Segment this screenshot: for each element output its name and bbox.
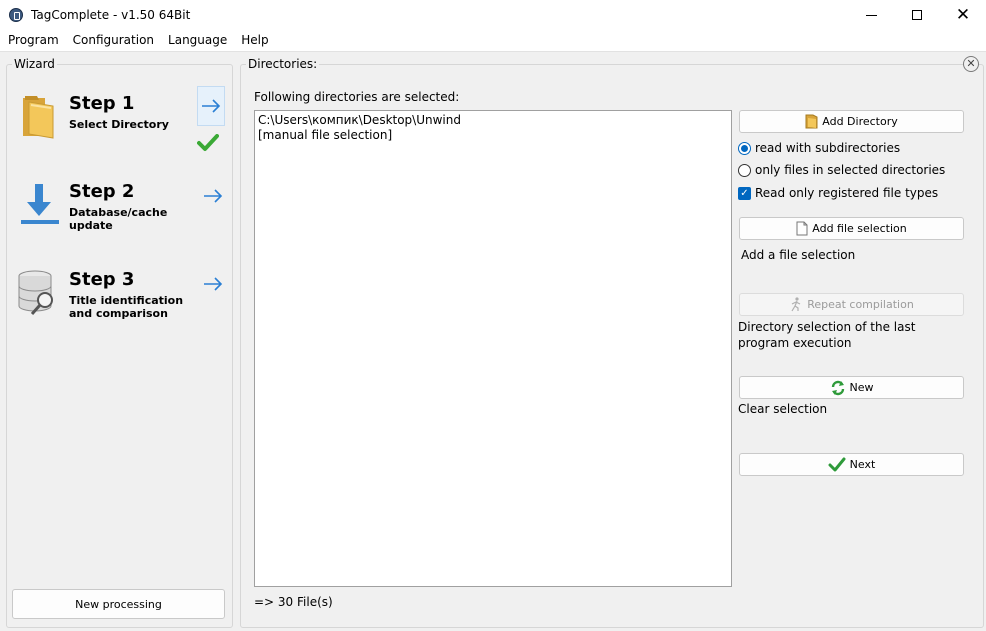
radio-unchecked-icon [738,163,751,177]
wizard-step-2[interactable]: Step 2 Database/cache update [15,180,195,250]
folder-icon [805,114,818,129]
read-subdirectories-radio[interactable]: read with subdirectories [738,139,900,157]
step-3-go-button[interactable] [199,264,227,304]
add-file-selection-label: Add file selection [812,222,907,235]
database-search-icon [18,270,53,315]
add-file-selection-button[interactable]: Add file selection [739,217,964,240]
arrow-right-icon [204,189,223,203]
close-window-button[interactable]: ✕ [940,0,986,30]
add-directory-button[interactable]: Add Directory [739,110,964,133]
repeat-compilation-desc: Directory selection of the last program … [738,320,916,350]
wizard-label: Wizard [12,57,57,71]
list-item[interactable]: [manual file selection] [258,128,728,143]
maximize-icon [912,10,922,20]
step-1-go-button[interactable] [197,86,225,126]
walking-person-icon [791,297,801,312]
minimize-icon [865,14,877,16]
registered-types-checkbox[interactable]: ✓ Read only registered file types [738,184,938,202]
read-subdirectories-label: read with subdirectories [755,141,901,155]
menu-program[interactable]: Program [0,30,66,51]
list-item[interactable]: C:\Users\компик\Desktop\Unwind [258,113,728,128]
close-panel-button[interactable]: ✕ [963,56,979,72]
close-icon: ✕ [966,57,976,70]
repeat-compilation-label: Repeat compilation [807,298,914,311]
download-icon [21,184,59,224]
step-1-title: Step 1 [69,93,135,114]
app-icon [9,8,23,22]
close-icon: ✕ [955,4,971,25]
step-2-subtitle: Database/cache update [69,206,168,232]
radio-checked-icon [738,141,751,155]
add-directory-label: Add Directory [822,115,898,128]
folder-icon [23,96,54,139]
step-3-title: Step 3 [69,269,135,290]
wizard-step-1[interactable]: Step 1 Select Directory [15,92,195,162]
checkmark-icon [197,134,219,151]
new-processing-button[interactable]: New processing [12,589,225,619]
wizard-step-3[interactable]: Step 3 Title identification and comparis… [15,268,195,338]
step-2-title: Step 2 [69,181,135,202]
next-button[interactable]: Next [739,453,964,476]
new-label: New [849,381,874,394]
repeat-compilation-button[interactable]: Repeat compilation [739,293,964,316]
step-3-subtitle: Title identification and comparison [69,294,184,320]
window-title: TagComplete - v1.50 64Bit [31,8,191,22]
registered-types-label: Read only registered file types [755,186,939,200]
menu-language[interactable]: Language [161,30,234,51]
refresh-icon [831,380,844,395]
new-button[interactable]: New [739,376,964,399]
new-desc: Clear selection [738,402,828,416]
step-2-go-button[interactable] [199,176,227,216]
client-area: Wizard Step 1 Select Directory Step 2 Da… [0,51,986,631]
next-label: Next [849,458,876,471]
menu-configuration[interactable]: Configuration [66,30,161,51]
arrow-right-icon [204,277,223,291]
file-count: => 30 File(s) [254,595,333,609]
menu-help[interactable]: Help [234,30,275,51]
file-icon [796,221,808,236]
only-selected-radio[interactable]: only files in selected directories [738,161,945,179]
directories-label: Directories: [246,57,320,71]
arrow-right-icon [202,99,221,113]
minimize-button[interactable] [848,0,894,30]
maximize-button[interactable] [894,0,940,30]
step-1-subtitle: Select Directory [69,118,169,131]
title-bar: TagComplete - v1.50 64Bit ✕ [0,0,986,30]
following-label: Following directories are selected: [254,90,460,104]
only-selected-label: only files in selected directories [755,163,946,177]
directory-list[interactable]: C:\Users\компик\Desktop\Unwind [manual f… [254,110,732,587]
add-file-selection-desc: Add a file selection [741,248,856,262]
checkmark-icon [828,457,846,471]
menu-bar: Program Configuration Language Help [0,30,986,51]
checkbox-checked-icon: ✓ [738,186,751,200]
